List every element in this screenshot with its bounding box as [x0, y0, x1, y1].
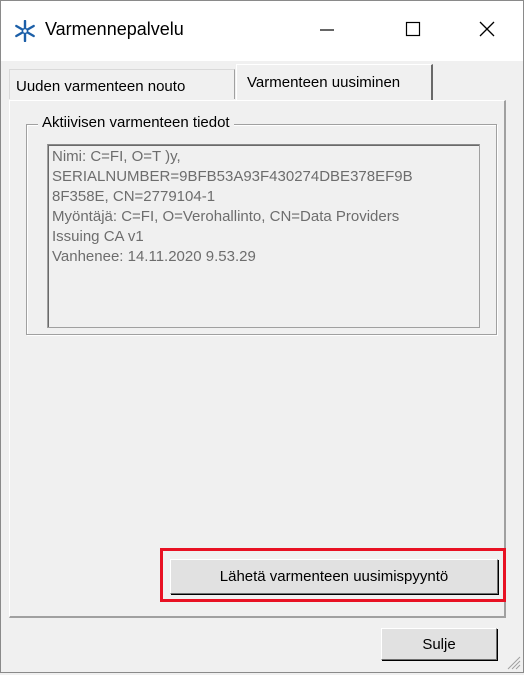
cert-line-serial-cont: 8F358E, CN=2779104-1: [52, 188, 216, 205]
tab-renew-certificate[interactable]: Varmenteen uusiminen: [236, 64, 433, 100]
maximize-button[interactable]: [385, 1, 441, 61]
cert-line-expiry: Vanhenee: 14.11.2020 9.53.29: [52, 248, 256, 265]
certificate-info-textbox[interactable]: Nimi: C=FI, O=T )y, SERIALNUMBER=9BFB53A…: [47, 144, 480, 328]
minimize-icon: [319, 21, 335, 42]
tab-new-certificate[interactable]: Uuden varmenteen nouto: [9, 69, 235, 99]
tab-strip: Uuden varmenteen nouto Varmenteen uusimi…: [1, 61, 523, 101]
window-title: Varmennepalvelu: [45, 19, 184, 39]
close-window-button[interactable]: [459, 1, 515, 61]
groupbox-legend: Aktiivisen varmenteen tiedot: [38, 114, 234, 131]
cert-line-serial: SERIALNUMBER=9BFB53A93F430274DBE378EF9B: [52, 168, 413, 185]
cert-line-name: Nimi: C=FI, O=T )y,: [52, 148, 181, 165]
cert-line-issuer-cont: Issuing CA v1: [52, 228, 144, 245]
resize-grip-icon[interactable]: [503, 652, 521, 670]
minimize-button[interactable]: [299, 1, 355, 61]
maximize-icon: [405, 21, 421, 42]
dialog-window: Varmennepalvelu Uuden varmenteen nouto V…: [0, 0, 524, 673]
cert-line-issuer: Myöntäjä: C=FI, O=Verohallinto, CN=Data …: [52, 208, 400, 225]
snowflake-icon: [14, 19, 36, 43]
send-renewal-request-button[interactable]: Lähetä varmenteen uusimispyyntö: [170, 559, 498, 594]
close-button[interactable]: Sulje: [381, 628, 497, 660]
close-icon: [478, 20, 496, 43]
title-bar[interactable]: Varmennepalvelu: [1, 1, 523, 61]
